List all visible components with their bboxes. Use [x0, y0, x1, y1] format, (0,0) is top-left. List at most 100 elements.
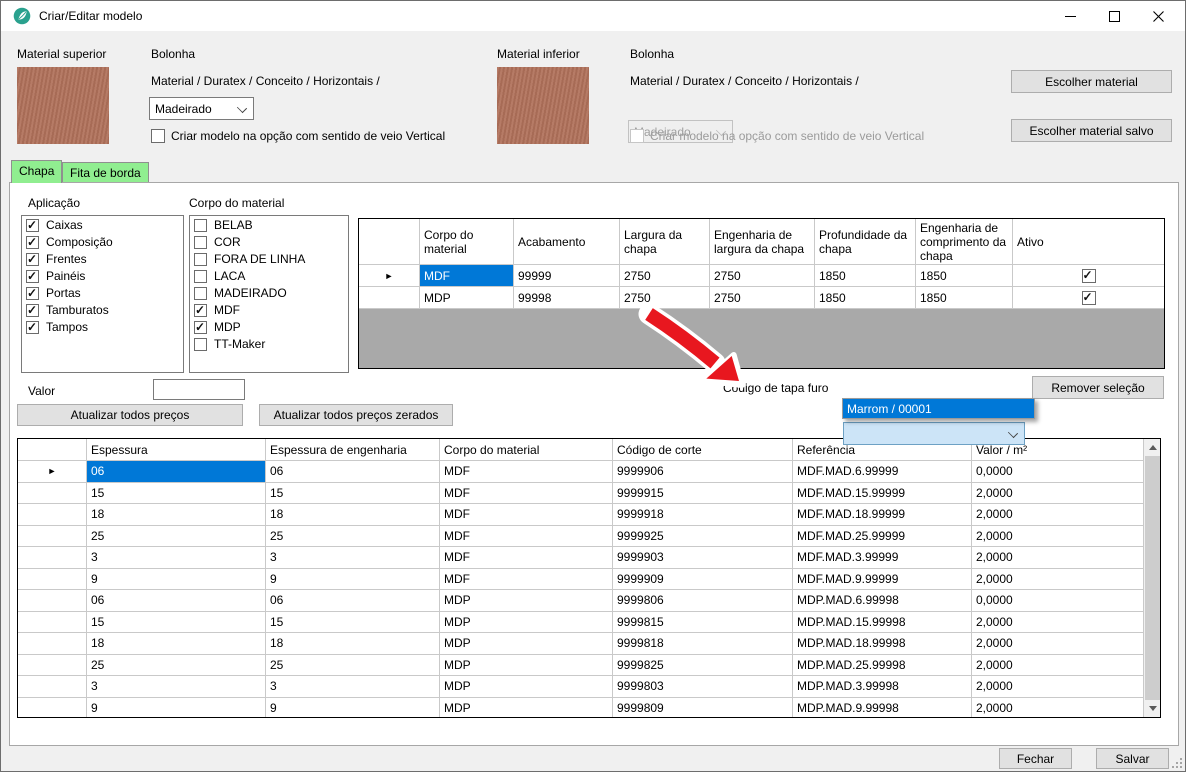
grid-cell[interactable]: 99998 — [514, 287, 620, 309]
tab-chapa[interactable]: Chapa — [11, 160, 62, 183]
grid-cell[interactable]: 3 — [87, 676, 266, 698]
row-selector-cell[interactable] — [359, 287, 420, 309]
grid-cell[interactable]: MDP.MAD.18.99998 — [793, 633, 972, 655]
grid-cell[interactable]: MDP — [440, 612, 613, 634]
grid-cell[interactable]: 2,0000 — [972, 569, 1143, 591]
grid-cell[interactable]: 9999815 — [613, 612, 793, 634]
grid-cell[interactable]: 15 — [87, 483, 266, 505]
grid-cell[interactable]: 2,0000 — [972, 483, 1143, 505]
grid-cell[interactable]: 2,0000 — [972, 526, 1143, 548]
grid-cell[interactable]: 9999903 — [613, 547, 793, 569]
ativo-cell[interactable] — [1013, 287, 1164, 309]
grid-cell[interactable]: 9999803 — [613, 676, 793, 698]
grid-cell[interactable]: MDP — [440, 590, 613, 612]
table-row[interactable]: 99MDP9999809MDP.MAD.9.999982,0000 — [18, 698, 1143, 718]
grid-cell[interactable]: MDF.MAD.6.99999 — [793, 461, 972, 483]
row-selector-cell[interactable] — [18, 633, 87, 655]
grid-cell[interactable]: 9 — [266, 698, 440, 718]
grid-cell[interactable]: MDF — [440, 504, 613, 526]
scrollbar-thumb[interactable] — [1145, 456, 1160, 700]
grid-cell[interactable]: 2750 — [620, 287, 710, 309]
grid-cell[interactable]: 9999909 — [613, 569, 793, 591]
row-selector-cell[interactable] — [18, 569, 87, 591]
list-item[interactable]: Caixas — [22, 216, 183, 233]
tapa-furo-combobox[interactable] — [843, 422, 1025, 445]
grid-cell[interactable]: 2,0000 — [972, 676, 1143, 698]
grid-cell[interactable]: 25 — [266, 655, 440, 677]
grid-cell[interactable]: 3 — [87, 547, 266, 569]
grid-cell[interactable]: MDF — [440, 547, 613, 569]
grid-cell[interactable]: 1850 — [815, 287, 916, 309]
row-selector-cell[interactable]: ► — [18, 461, 87, 483]
table-row[interactable]: 33MDP9999803MDP.MAD.3.999982,0000 — [18, 676, 1143, 698]
row-selector-cell[interactable] — [18, 676, 87, 698]
salvar-button[interactable]: Salvar — [1096, 748, 1169, 769]
column-header[interactable]: Largura da chapa — [620, 219, 710, 265]
grid-cell[interactable]: 9999906 — [613, 461, 793, 483]
row-selector-cell[interactable] — [18, 504, 87, 526]
close-icon[interactable] — [1136, 1, 1180, 31]
table-row[interactable]: 33MDF9999903MDF.MAD.3.999992,0000 — [18, 547, 1143, 569]
escolher-material-salvo-button[interactable]: Escolher material salvo — [1011, 119, 1172, 142]
table-row[interactable]: ►MDF999992750275018501850 — [359, 265, 1164, 287]
list-item[interactable]: Tamburatos — [22, 301, 183, 318]
grid-cell[interactable]: MDP — [440, 676, 613, 698]
row-selector-cell[interactable] — [18, 698, 87, 718]
table-row[interactable]: 1818MDP9999818MDP.MAD.18.999982,0000 — [18, 633, 1143, 655]
grid-cell[interactable]: MDP — [440, 655, 613, 677]
list-item[interactable]: Portas — [22, 284, 183, 301]
table-row[interactable]: 99MDF9999909MDF.MAD.9.999992,0000 — [18, 569, 1143, 591]
grid-cell[interactable]: 06 — [87, 461, 266, 483]
grid-cell[interactable]: 2,0000 — [972, 633, 1143, 655]
grid-cell[interactable]: MDP — [440, 633, 613, 655]
atualizar-precos-zerados-button[interactable]: Atualizar todos preços zerados — [259, 404, 453, 426]
column-header[interactable]: Espessura de engenharia — [266, 439, 440, 461]
row-selector-cell[interactable] — [18, 526, 87, 548]
aplicacao-checklist[interactable]: CaixasComposiçãoFrentesPainéisPortasTamb… — [21, 215, 184, 373]
table-row[interactable]: ►0606MDF9999906MDF.MAD.6.999990,0000 — [18, 461, 1143, 483]
dropdown-option-marrom[interactable]: Marrom / 00001 — [843, 399, 1034, 418]
grid-cell[interactable]: 9999915 — [613, 483, 793, 505]
maximize-icon[interactable] — [1092, 1, 1136, 31]
grid-cell[interactable]: 2,0000 — [972, 698, 1143, 718]
column-header[interactable]: Ativo — [1013, 219, 1164, 265]
row-selector-cell[interactable] — [18, 547, 87, 569]
valor-input[interactable] — [153, 379, 245, 400]
grid-cell[interactable]: MDP.MAD.15.99998 — [793, 612, 972, 634]
grid-cell[interactable]: 2750 — [620, 265, 710, 287]
grid-cell[interactable]: 9999918 — [613, 504, 793, 526]
row-selector-cell[interactable] — [18, 483, 87, 505]
grid-cell[interactable]: 18 — [87, 633, 266, 655]
grid-cell[interactable]: 1850 — [916, 265, 1013, 287]
vertical-scrollbar[interactable] — [1143, 439, 1160, 717]
grid-cell[interactable]: 18 — [266, 633, 440, 655]
corpo-material-checklist[interactable]: BELABCORFORA DE LINHALACAMADEIRADOMDFMDP… — [189, 215, 349, 373]
column-header[interactable]: Engenharia de largura da chapa — [710, 219, 815, 265]
grid-cell[interactable]: 3 — [266, 676, 440, 698]
list-item[interactable]: MADEIRADO — [190, 284, 348, 301]
grid-cell[interactable]: 18 — [87, 504, 266, 526]
row-selector-cell[interactable] — [18, 655, 87, 677]
grid-cell[interactable]: 99999 — [514, 265, 620, 287]
list-item[interactable]: MDF — [190, 301, 348, 318]
grid-cell[interactable]: 2,0000 — [972, 547, 1143, 569]
list-item[interactable]: BELAB — [190, 216, 348, 233]
column-header[interactable]: Acabamento — [514, 219, 620, 265]
escolher-material-button[interactable]: Escolher material — [1011, 70, 1172, 93]
grid-cell[interactable]: MDF.MAD.3.99999 — [793, 547, 972, 569]
grid-cell[interactable]: 06 — [87, 590, 266, 612]
grid-cell[interactable]: 15 — [266, 612, 440, 634]
grid-cell[interactable]: 9999806 — [613, 590, 793, 612]
atualizar-precos-button[interactable]: Atualizar todos preços — [17, 404, 243, 426]
grid-cell[interactable]: 15 — [266, 483, 440, 505]
column-header[interactable]: Corpo do material — [420, 219, 514, 265]
grid-cell[interactable]: 9 — [87, 698, 266, 718]
grid-cell[interactable]: 25 — [87, 526, 266, 548]
resize-grip-icon[interactable] — [1172, 758, 1182, 768]
grid-cell[interactable]: 3 — [266, 547, 440, 569]
row-selector-cell[interactable]: ► — [359, 265, 420, 287]
material-superior-swatch[interactable] — [17, 67, 109, 144]
table-row[interactable]: 0606MDP9999806MDP.MAD.6.999980,0000 — [18, 590, 1143, 612]
grid-cell[interactable]: 2,0000 — [972, 504, 1143, 526]
list-item[interactable]: Frentes — [22, 250, 183, 267]
